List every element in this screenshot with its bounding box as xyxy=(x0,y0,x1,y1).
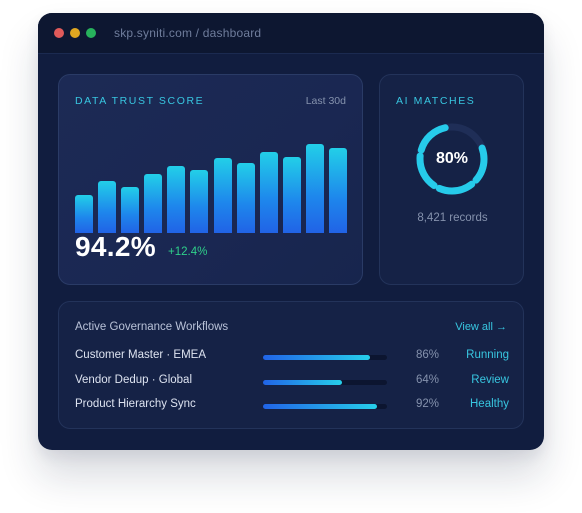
trust-bar xyxy=(121,187,140,233)
ai-match-percent: 80% xyxy=(435,150,469,167)
workflow-row[interactable]: Customer Master · EMEA 86% Running xyxy=(75,349,509,367)
card-title: AI MATCHES xyxy=(396,95,476,107)
workflow-row[interactable]: Vendor Dedup · Global 64% Review xyxy=(75,374,509,392)
card-title: DATA TRUST SCORE xyxy=(75,95,205,107)
trust-score-delta: +12.4% xyxy=(168,246,208,258)
card-title: Active Governance Workflows xyxy=(75,321,229,333)
governance-workflows-card: Active Governance Workflows View all → C… xyxy=(58,301,524,429)
trust-bar xyxy=(259,152,278,233)
records-count: 8,421 records xyxy=(417,212,488,224)
data-trust-score-card: DATA TRUST SCORE Last 30d 94.2% +12.4% xyxy=(58,74,363,285)
workflow-percent: 86% xyxy=(415,349,439,361)
view-all-link[interactable]: View all → xyxy=(455,321,507,333)
progress-ring: 80% xyxy=(414,121,490,197)
period-label[interactable]: Last 30d xyxy=(306,95,346,107)
workflow-name: Product Hierarchy Sync xyxy=(75,398,196,410)
progress-track xyxy=(263,380,387,385)
workflow-name: Vendor Dedup · Global xyxy=(75,374,192,386)
trust-bar xyxy=(282,156,301,233)
title-bar: skp.syniti.com / dashboard xyxy=(38,13,544,54)
trust-bar xyxy=(329,147,347,233)
maximize-window-button[interactable] xyxy=(86,28,96,38)
workflow-name: Customer Master · EMEA xyxy=(75,349,206,361)
trust-bar xyxy=(190,170,209,233)
trust-score-value: 94.2% xyxy=(75,231,156,262)
trust-bar xyxy=(75,195,93,233)
trust-bar xyxy=(236,163,255,233)
progress-fill xyxy=(263,380,343,385)
ai-matches-card: AI MATCHES 80% 8,421 records xyxy=(379,74,524,285)
close-window-button[interactable] xyxy=(54,28,64,38)
progress-fill xyxy=(263,355,370,360)
trust-bar xyxy=(167,165,186,233)
workflow-percent: 92% xyxy=(415,398,439,410)
trust-bar-chart xyxy=(75,119,347,233)
workflow-row[interactable]: Product Hierarchy Sync 92% Healthy xyxy=(75,398,509,416)
workflow-status[interactable]: Running xyxy=(466,349,509,361)
progress-fill xyxy=(263,404,378,409)
progress-track xyxy=(263,404,387,409)
trust-bar xyxy=(305,144,324,233)
workflow-percent: 64% xyxy=(415,374,439,386)
trust-bar xyxy=(213,157,232,233)
trust-bar xyxy=(144,173,163,233)
browser-window: skp.syniti.com / dashboard DATA TRUST SC… xyxy=(38,13,544,450)
workflow-status[interactable]: Review xyxy=(471,374,509,386)
trust-bar xyxy=(98,180,117,233)
progress-track xyxy=(263,355,387,360)
minimize-window-button[interactable] xyxy=(70,28,80,38)
address-bar[interactable]: skp.syniti.com / dashboard xyxy=(114,26,261,40)
workflow-status[interactable]: Healthy xyxy=(470,398,509,410)
